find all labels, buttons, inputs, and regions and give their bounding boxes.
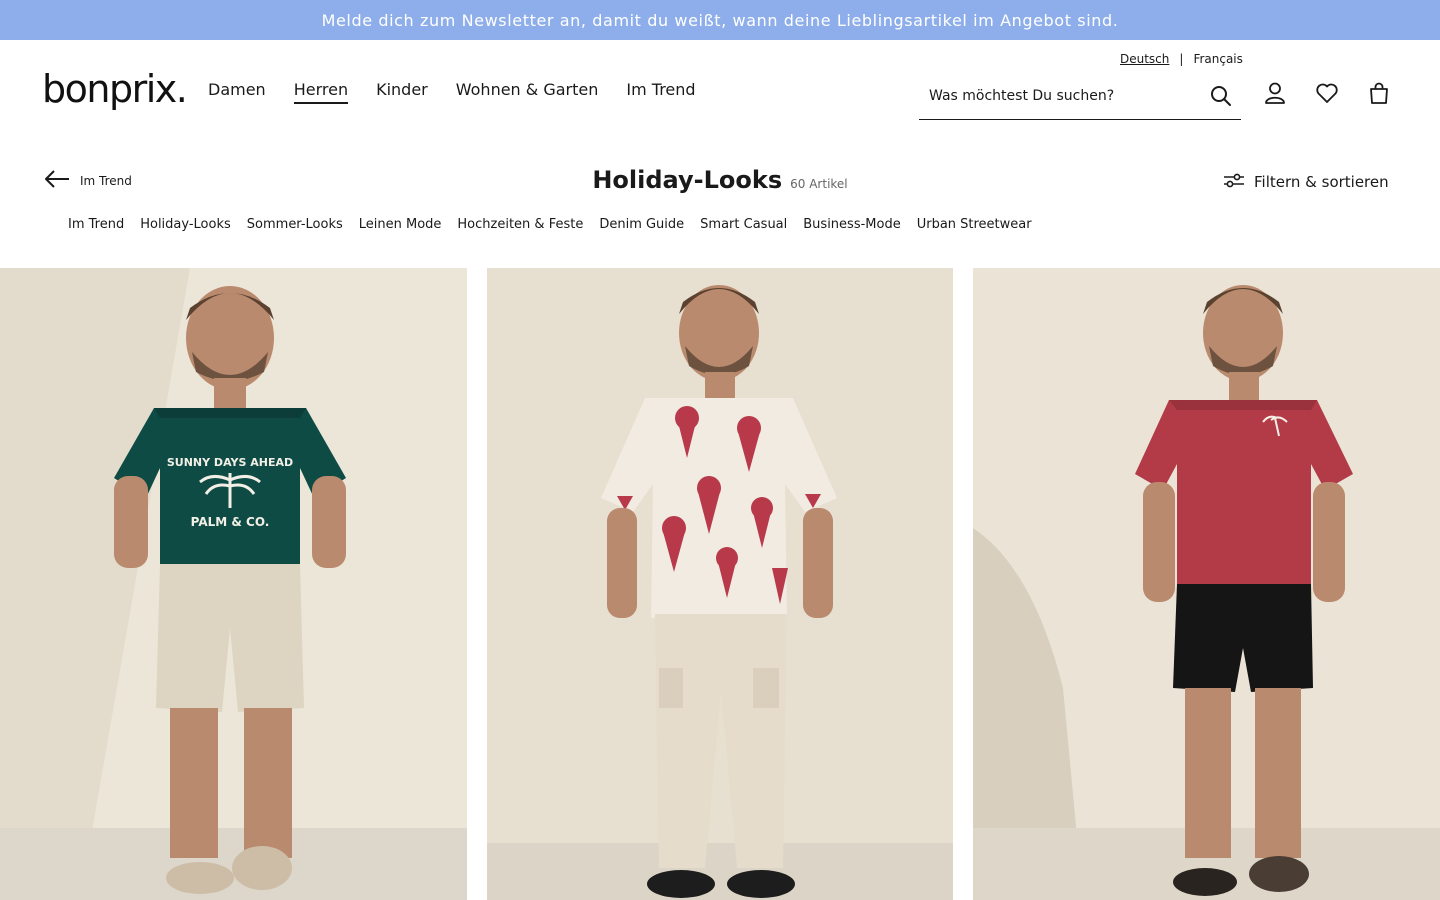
subnav-holiday-looks[interactable]: Holiday-Looks — [140, 217, 231, 232]
account-icon[interactable] — [1260, 78, 1290, 108]
nav-item-herren[interactable]: Herren — [293, 80, 349, 104]
nav-item-damen[interactable]: Damen — [208, 80, 266, 104]
filter-sort-button[interactable]: Filtern & sortieren — [1222, 170, 1389, 194]
article-count: 60 Artikel — [790, 177, 848, 191]
filter-sort-label: Filtern & sortieren — [1254, 173, 1389, 191]
nav-item-kinder[interactable]: Kinder — [376, 80, 428, 104]
language-separator: | — [1179, 52, 1184, 66]
subnav-urban-streetwear[interactable]: Urban Streetwear — [917, 217, 1032, 232]
product-card[interactable]: SUNNY DAYS AHEAD PALM & CO. — [0, 268, 467, 900]
product-image — [487, 268, 953, 900]
product-card[interactable] — [973, 268, 1440, 900]
wishlist-heart-icon[interactable] — [1312, 78, 1342, 108]
subnav-smart-casual[interactable]: Smart Casual — [700, 217, 787, 232]
subnav-hochzeiten-feste[interactable]: Hochzeiten & Feste — [457, 217, 583, 232]
brand-logo[interactable]: bonprix. — [42, 66, 188, 112]
nav-item-im-trend[interactable]: Im Trend — [626, 80, 695, 104]
shirt-print-bottom: PALM & CO. — [191, 515, 270, 529]
subnav-sommer-looks[interactable]: Sommer-Looks — [247, 217, 343, 232]
main-navigation: Damen Herren Kinder Wohnen & Garten Im T… — [208, 80, 696, 104]
shopping-bag-icon[interactable] — [1364, 78, 1394, 108]
search-bar — [919, 72, 1241, 120]
subnav-leinen-mode[interactable]: Leinen Mode — [359, 217, 442, 232]
nav-item-wohnen-garten[interactable]: Wohnen & Garten — [456, 80, 599, 104]
shirt-print-top: SUNNY DAYS AHEAD — [167, 456, 293, 469]
product-image — [973, 268, 1440, 900]
brand-logo-text: bonprix. — [42, 67, 188, 111]
product-image: SUNNY DAYS AHEAD PALM & CO. — [0, 268, 467, 900]
page-title: Holiday-Looks — [592, 166, 783, 194]
newsletter-banner[interactable]: Melde dich zum Newsletter an, damit du w… — [0, 0, 1440, 40]
subcategory-navigation: Im Trend Holiday-Looks Sommer-Looks Lein… — [68, 217, 1032, 232]
product-grid: SUNNY DAYS AHEAD PALM & CO. — [0, 268, 1440, 900]
search-input[interactable] — [919, 87, 1205, 104]
newsletter-banner-text[interactable]: Melde dich zum Newsletter an, damit du w… — [322, 11, 1119, 30]
filter-sliders-icon — [1222, 170, 1246, 194]
subnav-business-mode[interactable]: Business-Mode — [803, 217, 900, 232]
language-german-link[interactable]: Deutsch — [1120, 52, 1169, 66]
header-actions — [1260, 78, 1394, 108]
language-french-link[interactable]: Français — [1193, 52, 1242, 66]
search-icon[interactable] — [1205, 80, 1237, 112]
subnav-denim-guide[interactable]: Denim Guide — [599, 217, 684, 232]
subnav-im-trend[interactable]: Im Trend — [68, 217, 124, 232]
language-switcher: Deutsch | Français — [1120, 52, 1243, 66]
product-card[interactable] — [487, 268, 953, 900]
